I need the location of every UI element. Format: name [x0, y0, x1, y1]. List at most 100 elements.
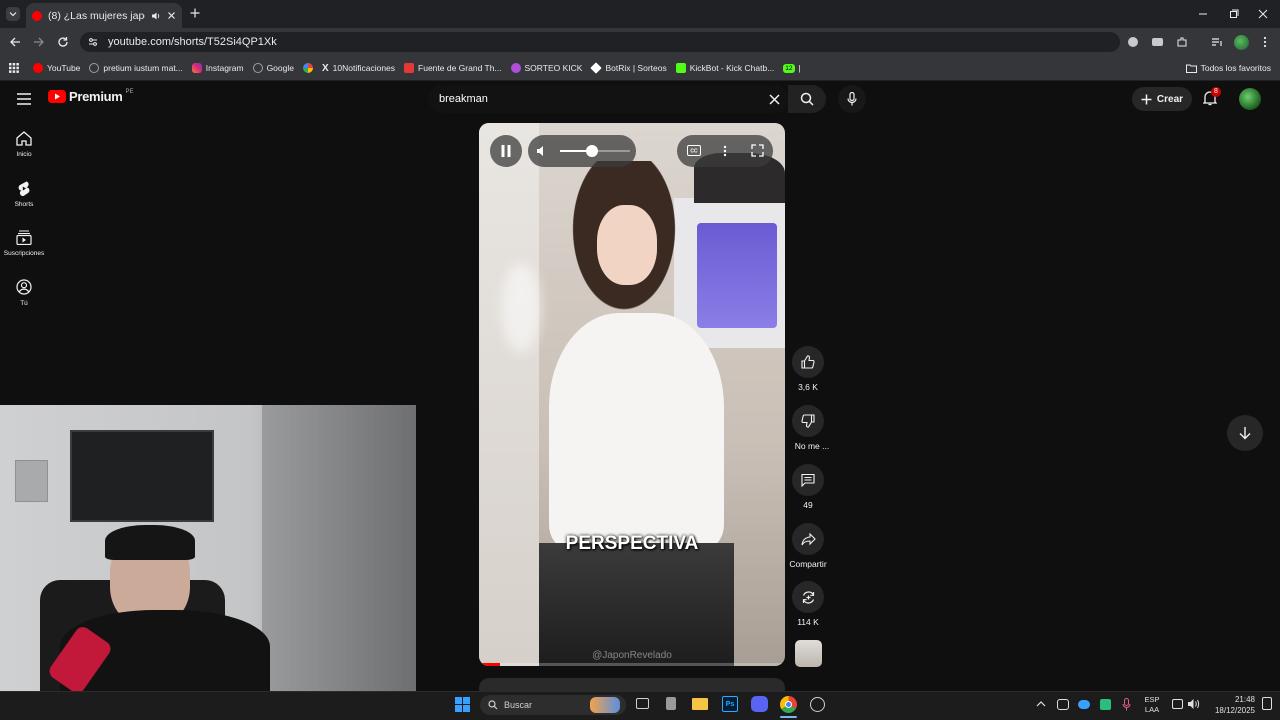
- extension-2-icon[interactable]: [1152, 38, 1163, 46]
- bookmark-youtube[interactable]: YouTube: [33, 63, 80, 73]
- pinwheel-icon: [302, 63, 313, 73]
- thumbs-up-icon: [801, 355, 815, 369]
- speaker-icon[interactable]: [151, 11, 161, 21]
- create-button[interactable]: Crear: [1132, 87, 1192, 111]
- bookmark-sorteo-kick[interactable]: SORTEO KICK: [510, 63, 582, 73]
- url-text: youtube.com/shorts/T52Si4QP1Xk: [108, 36, 277, 48]
- close-window-icon[interactable]: [1258, 9, 1268, 19]
- pause-button[interactable]: [490, 135, 522, 167]
- chrome-icon[interactable]: [780, 696, 797, 713]
- menu-icon[interactable]: [17, 93, 31, 105]
- notification-badge: 8: [1211, 87, 1221, 97]
- taskbar-search[interactable]: Buscar: [480, 695, 626, 715]
- media-controls-icon[interactable]: [1211, 36, 1223, 48]
- file-explorer-icon[interactable]: [692, 698, 708, 710]
- sidebar-item-inicio[interactable]: Inicio: [0, 131, 48, 158]
- subscriptions-icon: [16, 230, 32, 245]
- next-short-preview[interactable]: [479, 678, 785, 691]
- clear-search-icon[interactable]: [769, 94, 780, 105]
- video-progress-fill: [479, 663, 501, 666]
- all-bookmarks-folder[interactable]: Todos los favoritos: [1185, 63, 1271, 73]
- bookmark-google[interactable]: Google: [252, 63, 294, 73]
- clock[interactable]: 21:48 18/12/2025: [1205, 694, 1255, 716]
- bookmark-kickbot[interactable]: KickBot - Kick Chatb...: [675, 63, 774, 73]
- site-info-icon[interactable]: [88, 37, 98, 47]
- more-menu-icon[interactable]: [1262, 36, 1268, 48]
- discord-icon[interactable]: [751, 696, 768, 712]
- bookmark-grand-theft[interactable]: Fuente de Grand Th...: [404, 63, 502, 73]
- wardrobe: [262, 405, 416, 691]
- task-view-icon[interactable]: [636, 698, 649, 709]
- volume-track[interactable]: [560, 145, 630, 157]
- voice-search-button[interactable]: [838, 85, 866, 113]
- shorts-video-player[interactable]: CC PERSPECTIVA @JaponRevelado: [479, 123, 785, 666]
- notifications-tray-icon[interactable]: [1262, 697, 1272, 710]
- tab-search-button[interactable]: [6, 7, 20, 21]
- reload-icon[interactable]: [57, 36, 69, 48]
- more-options-icon[interactable]: [723, 145, 727, 157]
- browser-tab-active[interactable]: (8) ¿Las mujeres japonesas: [26, 3, 182, 28]
- windows-start-icon[interactable]: [455, 697, 470, 712]
- search-input[interactable]: breakman: [428, 85, 788, 113]
- bookmark-separator: |: [798, 63, 801, 73]
- webcam-overlay: [0, 405, 416, 691]
- sidebar-item-suscripciones[interactable]: Suscripciones: [0, 230, 48, 257]
- streamer-hair: [105, 525, 195, 560]
- back-icon[interactable]: [9, 36, 21, 48]
- youtube-premium-logo[interactable]: Premium PE: [48, 89, 134, 104]
- close-tab-icon[interactable]: [167, 11, 176, 20]
- input-language[interactable]: ESP LAA: [1140, 695, 1164, 715]
- volume-tray-icon[interactable]: [1187, 698, 1200, 710]
- network-icon[interactable]: [1172, 699, 1183, 709]
- microphone-tray-icon[interactable]: [1122, 698, 1131, 711]
- svg-text:CC: CC: [690, 149, 698, 155]
- tray-app-icon[interactable]: [1057, 699, 1069, 710]
- extension-icon[interactable]: [1128, 37, 1138, 47]
- app-icon-generic[interactable]: [666, 697, 676, 710]
- bookmark-instagram[interactable]: Instagram: [191, 63, 244, 73]
- notifications-button[interactable]: 8: [1203, 87, 1221, 106]
- bookmark-10notificaciones[interactable]: X 10Notificaciones: [322, 63, 395, 74]
- sidebar-item-shorts[interactable]: Shorts: [0, 180, 48, 208]
- search-query: breakman: [439, 93, 488, 105]
- comments-button[interactable]: [792, 464, 824, 496]
- bookmark-pretium[interactable]: pretium iustum mat...: [89, 63, 183, 73]
- address-bar[interactable]: youtube.com/shorts/T52Si4QP1Xk: [80, 32, 1120, 52]
- microphone-icon: [847, 92, 857, 106]
- user-icon: [16, 279, 32, 295]
- volume-slider-handle[interactable]: [585, 145, 598, 157]
- captions-icon[interactable]: CC: [687, 145, 701, 156]
- dislike-button[interactable]: [792, 405, 824, 437]
- bookmark-pinwheel[interactable]: [302, 63, 313, 73]
- minimize-icon[interactable]: [1198, 9, 1208, 19]
- restore-icon[interactable]: [1229, 9, 1239, 19]
- bookmark-botrix[interactable]: BotRix | Sorteos: [590, 62, 667, 74]
- botrix-favicon-icon: [590, 62, 603, 74]
- volume-control[interactable]: [528, 135, 636, 167]
- audio-thumbnail[interactable]: [795, 640, 822, 667]
- remix-button[interactable]: [792, 581, 824, 613]
- volume-icon[interactable]: [536, 145, 548, 157]
- wall-background: [479, 123, 539, 666]
- onedrive-icon[interactable]: [1078, 700, 1090, 709]
- app-icon-circle[interactable]: [810, 697, 825, 712]
- apps-grid-icon[interactable]: [9, 63, 19, 73]
- next-video-button[interactable]: [1227, 415, 1263, 451]
- chevron-up-icon[interactable]: [1036, 700, 1046, 708]
- person-shirt: [549, 313, 724, 548]
- share-button[interactable]: [792, 523, 824, 555]
- bookmark-kick-12[interactable]: 12 |: [783, 63, 801, 73]
- extensions-puzzle-icon[interactable]: [1176, 36, 1188, 48]
- search-button[interactable]: [788, 85, 826, 113]
- tray-shield-icon[interactable]: [1100, 699, 1111, 710]
- video-progress-track[interactable]: [479, 663, 785, 666]
- account-avatar[interactable]: [1239, 88, 1261, 110]
- new-tab-icon[interactable]: [190, 8, 200, 18]
- like-button[interactable]: [792, 346, 824, 378]
- forward-icon[interactable]: [33, 36, 45, 48]
- youtube-logo-icon: [48, 90, 66, 103]
- sidebar-item-tu[interactable]: Tú: [0, 279, 48, 307]
- photoshop-icon[interactable]: Ps: [722, 696, 738, 712]
- fullscreen-icon[interactable]: [751, 144, 764, 157]
- profile-avatar[interactable]: [1234, 35, 1249, 50]
